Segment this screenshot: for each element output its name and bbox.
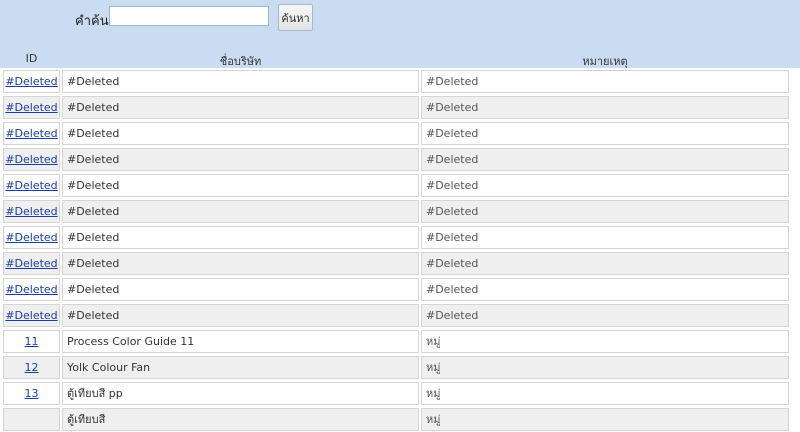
remark-cell: #Deleted [421, 96, 789, 119]
remark-cell: #Deleted [421, 304, 789, 327]
table-row: #Deleted #Deleted #Deleted [0, 172, 800, 198]
id-cell: 13 [3, 382, 60, 405]
search-input[interactable] [109, 6, 269, 26]
id-cell [3, 408, 60, 431]
company-name-cell: #Deleted [62, 174, 419, 197]
row-id-link[interactable]: #Deleted [5, 257, 57, 270]
remark-cell: หมู่ [421, 408, 789, 431]
company-name-cell: #Deleted [62, 278, 419, 301]
table-row: #Deleted #Deleted #Deleted [0, 276, 800, 302]
search-label: คำค้น [75, 14, 109, 29]
company-name-cell: #Deleted [62, 304, 419, 327]
remark-cell: หมู่ [421, 382, 789, 405]
id-cell: #Deleted [3, 304, 60, 327]
row-id-link[interactable]: #Deleted [5, 75, 57, 88]
row-id-link[interactable]: #Deleted [5, 205, 57, 218]
table-row: #Deleted #Deleted #Deleted [0, 198, 800, 224]
id-cell: #Deleted [3, 174, 60, 197]
company-name-cell: #Deleted [62, 226, 419, 249]
row-id-link[interactable]: 13 [25, 387, 39, 400]
id-cell: #Deleted [3, 70, 60, 93]
remark-cell: หมู่ [421, 330, 789, 353]
table-row: 12 Yolk Colour Fan หมู่ [0, 354, 800, 380]
company-name-cell: Yolk Colour Fan [62, 356, 419, 379]
company-name-cell: #Deleted [62, 96, 419, 119]
table-row: 11 Process Color Guide 11 หมู่ [0, 328, 800, 354]
row-id-link[interactable]: #Deleted [5, 101, 57, 114]
table-row: #Deleted #Deleted #Deleted [0, 68, 800, 94]
company-name-cell: ตู้เทียบสี [62, 408, 419, 431]
company-name-cell: #Deleted [62, 200, 419, 223]
id-cell: #Deleted [3, 122, 60, 145]
id-cell: 12 [3, 356, 60, 379]
id-cell: #Deleted [3, 148, 60, 171]
remark-cell: #Deleted [421, 226, 789, 249]
table-row: ตู้เทียบสี หมู่ [0, 406, 800, 432]
table-row: #Deleted #Deleted #Deleted [0, 146, 800, 172]
row-id-link[interactable]: #Deleted [5, 127, 57, 140]
table-row: #Deleted #Deleted #Deleted [0, 250, 800, 276]
row-id-link[interactable]: 11 [25, 335, 39, 348]
company-name-cell: ตู้เทียบสี pp [62, 382, 419, 405]
id-cell: 11 [3, 330, 60, 353]
company-name-cell: #Deleted [62, 122, 419, 145]
company-name-cell: Process Color Guide 11 [62, 330, 419, 353]
remark-cell: #Deleted [421, 70, 789, 93]
row-id-link[interactable]: #Deleted [5, 309, 57, 322]
id-cell: #Deleted [3, 226, 60, 249]
row-id-link[interactable]: #Deleted [5, 179, 57, 192]
row-id-link[interactable]: 12 [25, 361, 39, 374]
remark-cell: #Deleted [421, 200, 789, 223]
table-row: #Deleted #Deleted #Deleted [0, 302, 800, 328]
table-row: #Deleted #Deleted #Deleted [0, 224, 800, 250]
table-header: ID ชื่อบริษัท หมายเหตุ [0, 46, 800, 68]
column-header-id: ID [25, 52, 38, 65]
remark-cell: #Deleted [421, 122, 789, 145]
id-cell: #Deleted [3, 278, 60, 301]
company-name-cell: #Deleted [62, 252, 419, 275]
remark-cell: หมู่ [421, 356, 789, 379]
table-row: #Deleted #Deleted #Deleted [0, 94, 800, 120]
row-id-link[interactable]: #Deleted [5, 283, 57, 296]
remark-cell: #Deleted [421, 148, 789, 171]
table-row: #Deleted #Deleted #Deleted [0, 120, 800, 146]
remark-cell: #Deleted [421, 252, 789, 275]
table-row: 13 ตู้เทียบสี pp หมู่ [0, 380, 800, 406]
search-button[interactable]: ค้นหา [278, 4, 313, 31]
id-cell: #Deleted [3, 96, 60, 119]
row-id-link[interactable]: #Deleted [5, 231, 57, 244]
company-name-cell: #Deleted [62, 70, 419, 93]
id-cell: #Deleted [3, 252, 60, 275]
remark-cell: #Deleted [421, 278, 789, 301]
row-id-link[interactable]: #Deleted [5, 153, 57, 166]
id-cell: #Deleted [3, 200, 60, 223]
remark-cell: #Deleted [421, 174, 789, 197]
company-name-cell: #Deleted [62, 148, 419, 171]
